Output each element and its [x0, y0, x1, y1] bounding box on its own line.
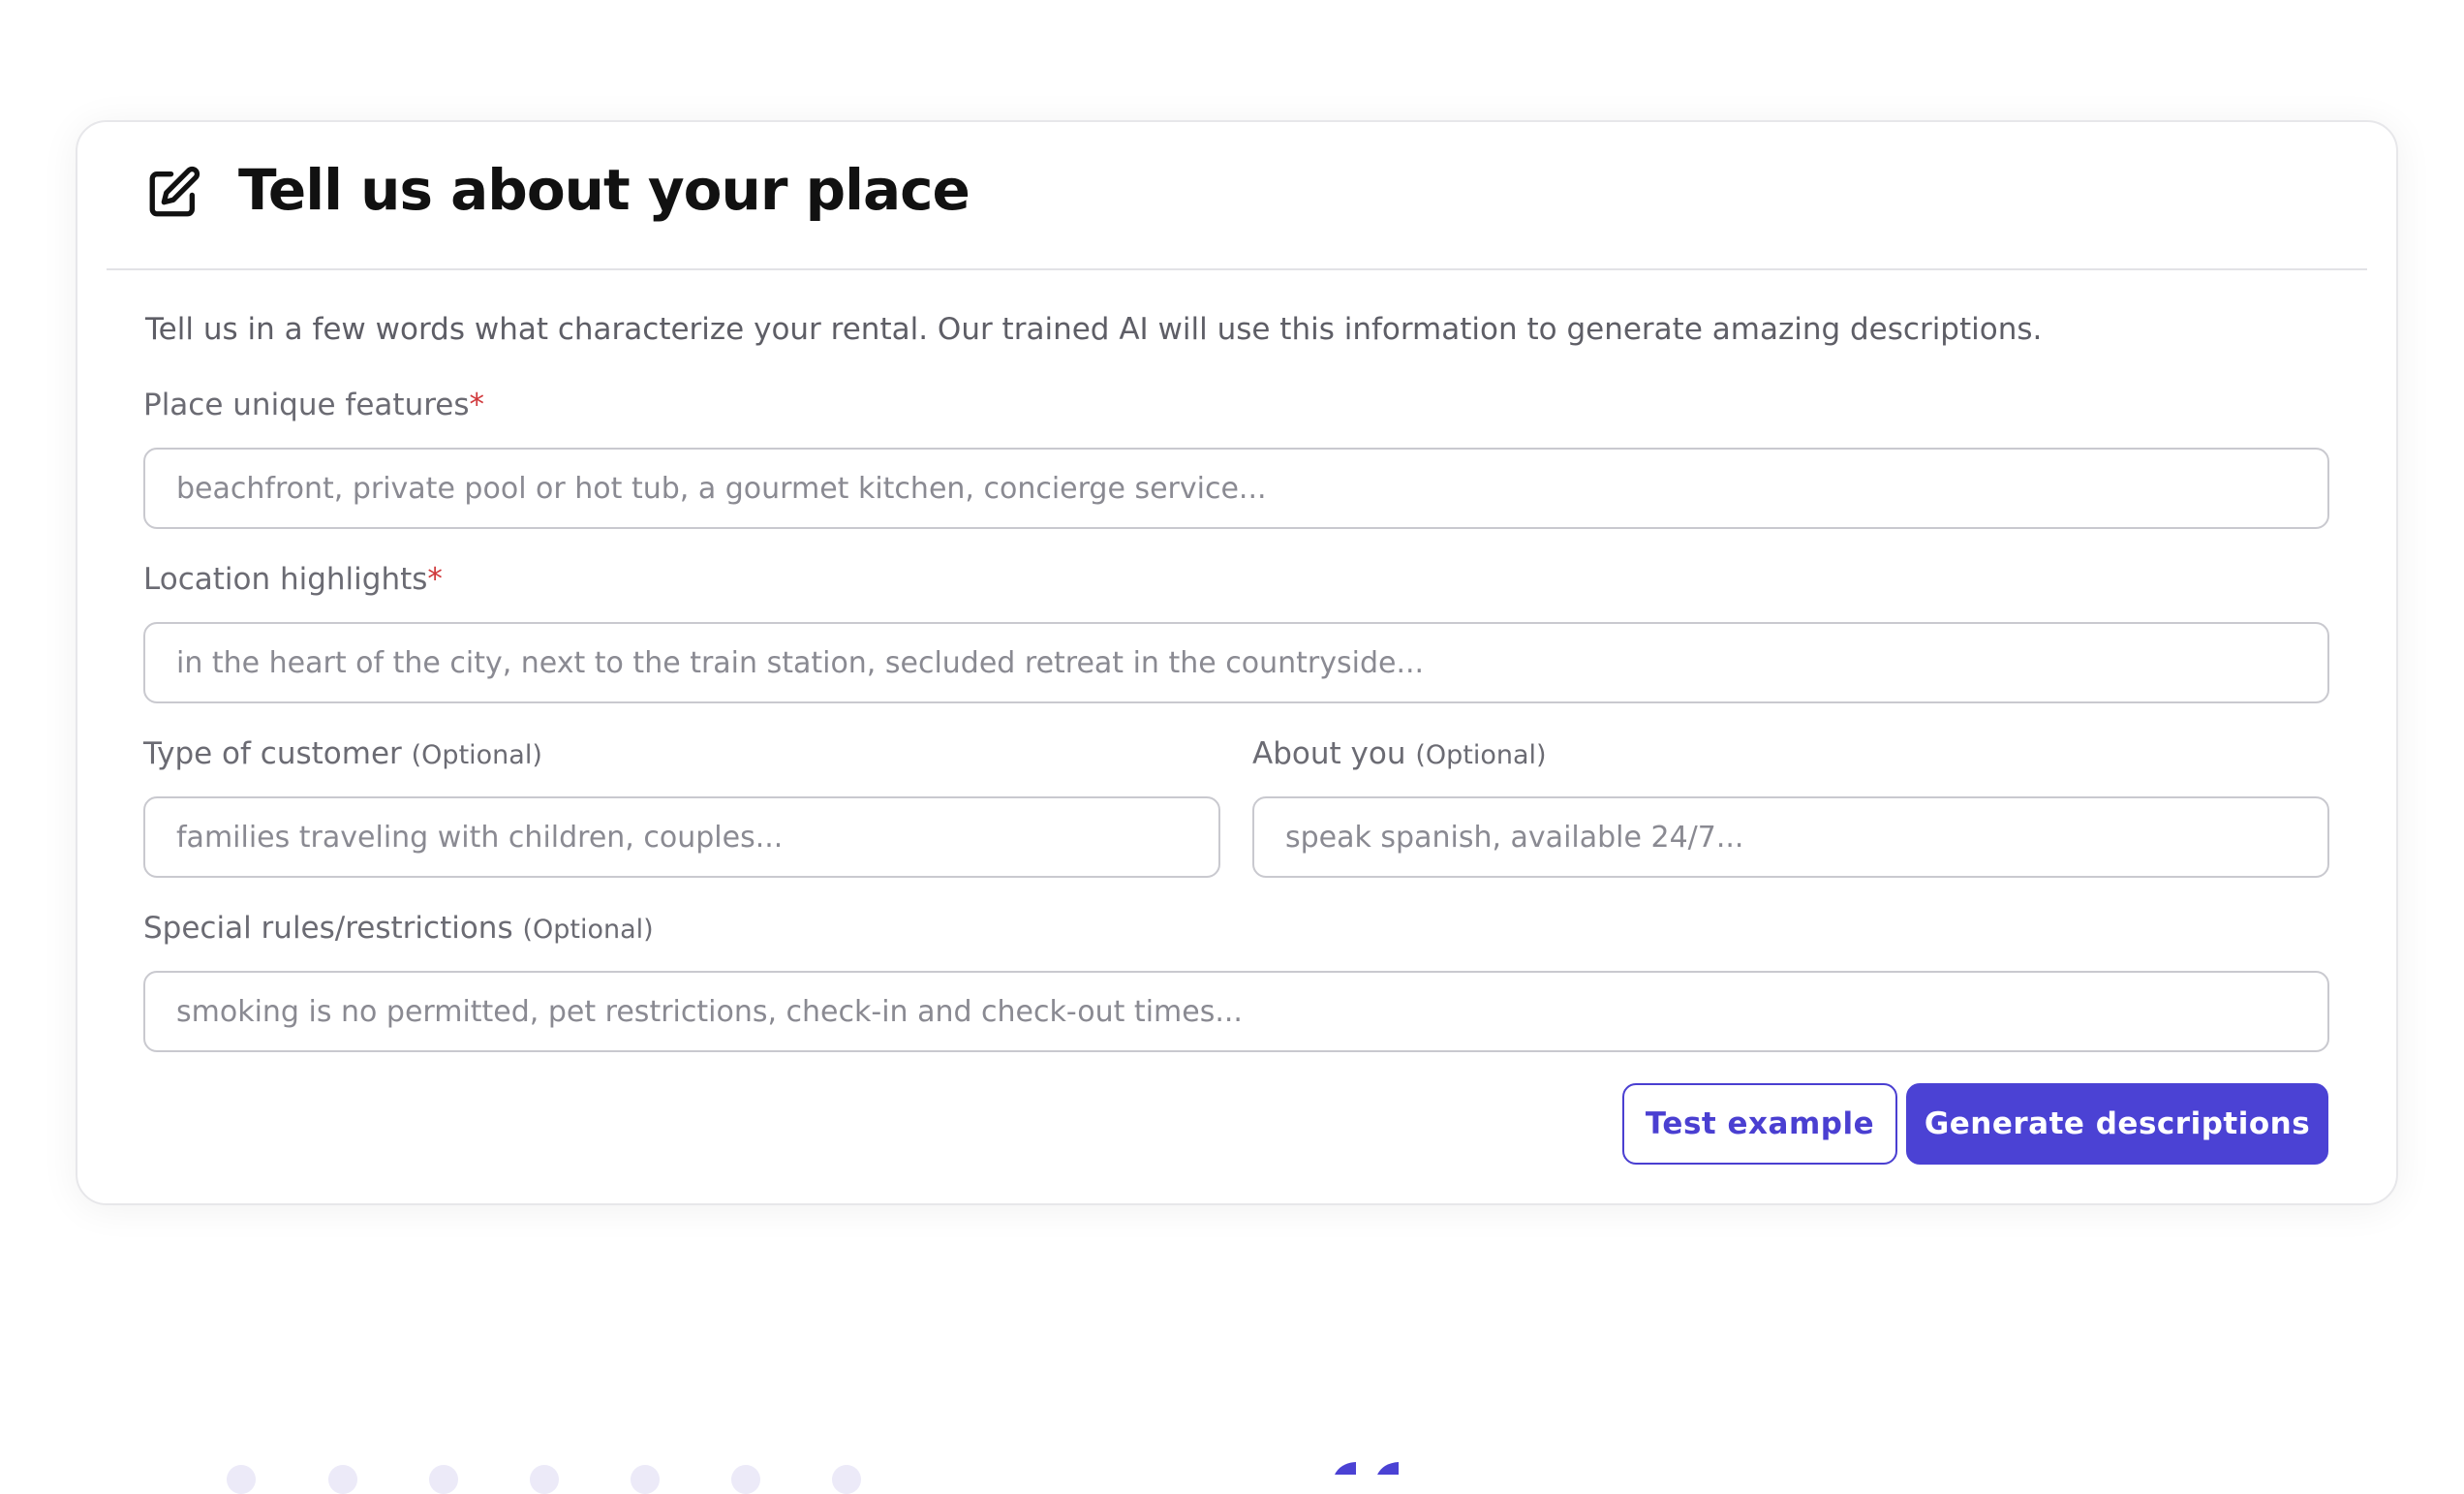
about-input[interactable]: [1252, 796, 2329, 878]
optional-tag: (Optional): [1415, 740, 1547, 770]
quote-mark-icon: [1335, 1462, 1399, 1475]
rules-input[interactable]: [143, 971, 2329, 1052]
decorative-dot: [832, 1465, 861, 1494]
decorative-dot: [631, 1465, 660, 1494]
decorative-dot: [530, 1465, 559, 1494]
required-mark: *: [427, 562, 443, 597]
test-example-button[interactable]: Test example: [1622, 1083, 1897, 1165]
edit-square-icon: [149, 166, 200, 217]
about-label: About you (Optional): [1252, 736, 1547, 771]
decorative-dot: [731, 1465, 760, 1494]
intro-text: Tell us in a few words what characterize…: [145, 312, 2043, 347]
features-label: Place unique features*: [143, 388, 484, 422]
required-mark: *: [469, 388, 485, 422]
decorative-dot: [227, 1465, 256, 1494]
card-header: Tell us about your place: [107, 122, 2367, 270]
rules-label-text: Special rules/restrictions: [143, 911, 513, 946]
decorative-dot: [429, 1465, 458, 1494]
decorative-dot: [328, 1465, 357, 1494]
customer-label-text: Type of customer: [143, 736, 402, 771]
about-label-text: About you: [1252, 736, 1406, 771]
customer-input[interactable]: [143, 796, 1220, 878]
rules-label: Special rules/restrictions (Optional): [143, 911, 654, 946]
optional-tag: (Optional): [411, 740, 542, 770]
optional-tag: (Optional): [522, 915, 654, 945]
generate-descriptions-button[interactable]: Generate descriptions: [1906, 1083, 2328, 1165]
features-input[interactable]: [143, 448, 2329, 529]
page-title: Tell us about your place: [238, 157, 970, 223]
features-label-text: Place unique features: [143, 388, 470, 422]
location-input[interactable]: [143, 622, 2329, 703]
location-label: Location highlights*: [143, 562, 443, 597]
customer-label: Type of customer (Optional): [143, 736, 542, 771]
location-label-text: Location highlights: [143, 562, 428, 597]
